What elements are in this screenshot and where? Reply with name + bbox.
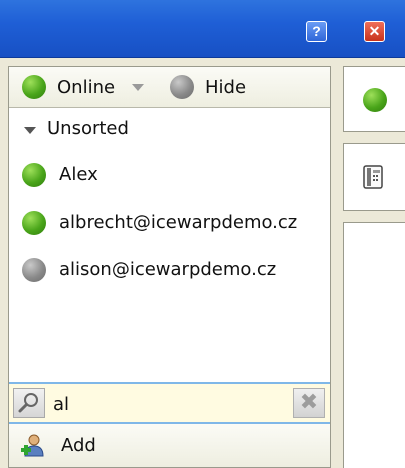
- contact-name: alison@icewarpdemo.cz: [59, 259, 277, 280]
- phone-icon[interactable]: [361, 164, 385, 190]
- status-panel: [343, 66, 405, 132]
- content-panel: [343, 222, 405, 468]
- add-user-icon: [21, 434, 44, 457]
- add-contact-button[interactable]: Add: [9, 424, 330, 467]
- add-label: Add: [61, 435, 96, 456]
- status-label: Online: [57, 77, 116, 98]
- status-dropdown[interactable]: Online: [9, 67, 159, 107]
- window-titlebar: ? ✕: [0, 0, 405, 58]
- close-button[interactable]: ✕: [364, 21, 385, 42]
- online-status-icon: [363, 88, 387, 112]
- group-label: Unsorted: [47, 118, 129, 139]
- list-item[interactable]: Alex: [9, 153, 330, 197]
- offline-status-icon: [22, 258, 46, 282]
- search-icon-glyph: [18, 393, 38, 413]
- online-status-icon: [22, 211, 46, 235]
- hide-button[interactable]: Hide: [164, 67, 264, 107]
- clear-search-button[interactable]: ✖: [293, 388, 325, 418]
- hide-label: Hide: [205, 77, 247, 98]
- chevron-down-icon: [132, 84, 144, 91]
- group-header-unsorted[interactable]: Unsorted: [9, 111, 330, 151]
- offline-status-icon: [170, 75, 194, 99]
- collapse-arrow-icon: [24, 127, 36, 134]
- online-status-icon: [22, 75, 46, 99]
- contact-list-panel: Online Hide Unsorted Alex albrecht@icewa…: [8, 66, 331, 468]
- contact-name: albrecht@icewarpdemo.cz: [59, 212, 298, 233]
- search-icon[interactable]: [13, 388, 45, 418]
- contact-name: Alex: [59, 164, 98, 185]
- status-toolbar: Online Hide: [9, 67, 330, 108]
- list-item[interactable]: albrecht@icewarpdemo.cz: [9, 201, 330, 245]
- list-item[interactable]: alison@icewarpdemo.cz: [9, 248, 330, 292]
- search-input[interactable]: [53, 390, 283, 418]
- phone-panel: [343, 143, 405, 211]
- online-status-icon: [22, 163, 46, 187]
- search-bar: ✖: [9, 382, 330, 424]
- help-button[interactable]: ?: [306, 21, 327, 42]
